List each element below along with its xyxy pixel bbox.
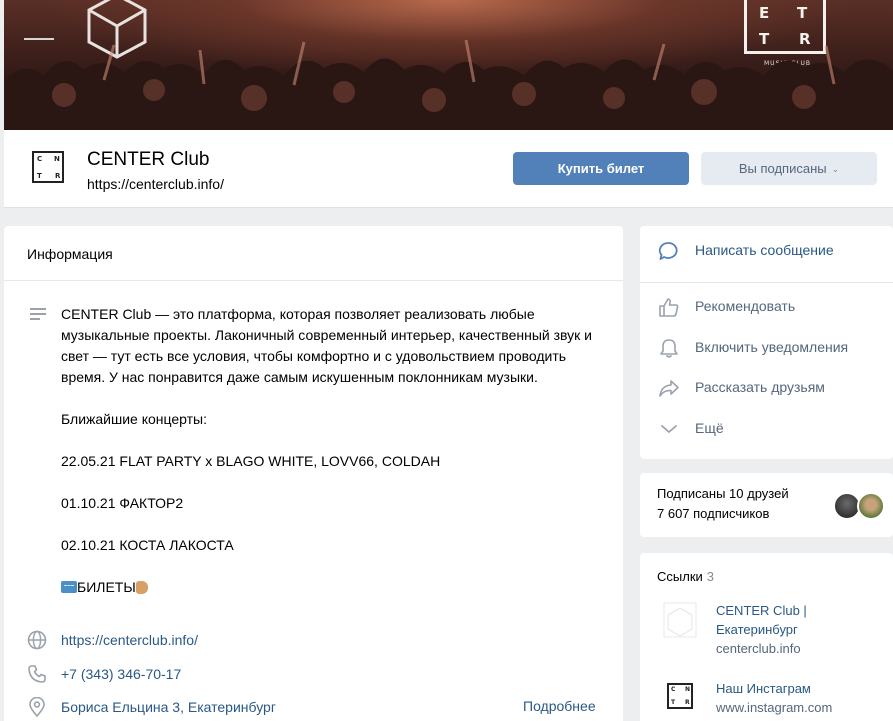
logo-letter: T [37,172,42,180]
description-icon [30,308,46,320]
action-label: Рассказать друзьям [695,379,825,395]
info-title: Информация [27,246,113,262]
group-url[interactable]: https://centerclub.info/ [87,176,224,192]
logo-letter: N [685,686,691,693]
buy-ticket-button[interactable]: Купить билет [513,152,689,185]
concerts-heading: Ближайшие концерты: [61,411,208,427]
subscribed-button[interactable]: Вы подписаны ⌄ [701,152,877,185]
description: CENTER Club — это платформа, которая поз… [61,304,606,619]
concert-item: 02.10.21 КОСТА ЛАКОСТА [61,537,234,553]
pointing-hand-icon [135,581,148,594]
actions-card: Написать сообщение Рекомендовать Включит… [640,226,893,459]
group-avatar[interactable]: C N T R [28,149,68,189]
links-card: Ссылки 3 CENTER Club | Екатеринбург cente… [640,553,893,721]
logo-letter: C [37,155,43,163]
link-domain: www.instagram.com [716,700,833,715]
logo-letter: E [759,4,770,22]
link-title: CENTER Club | Екатеринбург [716,603,807,637]
message-icon [658,242,678,260]
crowd-silhouette [4,40,893,130]
tickets-label: БИЛЕТЫ [77,579,136,595]
avatar-logo: C N T R [32,151,64,183]
website-link[interactable]: https://centerclub.info/ [61,632,198,648]
friends-count: Подписаны 10 друзей [657,486,789,501]
phone-icon [28,665,46,683]
link-thumbnail [663,602,697,638]
divider [640,282,893,283]
concert-item: 22.05.21 FLAT PARTY x BLAGO WHITE, LOVV6… [61,453,441,469]
globe-icon [27,630,47,650]
logo-letter: T [671,699,676,706]
info-card: Информация CENTER Club — это платформа, … [4,226,623,721]
action-label: Рекомендовать [695,298,796,314]
logo-letter: N [54,155,60,163]
subscribers-count: 7 607 подписчиков [657,506,770,521]
phone-link[interactable]: +7 (343) 346-70-17 [61,666,181,682]
more-details-link[interactable]: Подробнее [523,698,596,714]
ticket-icon [61,581,77,593]
action-label: Включить уведомления [695,339,849,355]
thumbs-up-icon [659,298,679,317]
more-action[interactable]: Ещё [640,417,893,441]
divider [4,280,623,281]
links-count: 3 [706,569,715,584]
chevron-down-icon: ⌄ [831,164,840,174]
write-message-action[interactable]: Написать сообщение [640,239,893,263]
description-text: CENTER Club — это платформа, которая поз… [61,306,592,385]
bell-icon [660,339,678,358]
subscribers-card[interactable]: Подписаны 10 друзей 7 607 подписчиков [640,473,893,537]
group-header: C N T R CENTER Club https://centerclub.i… [4,130,893,208]
notifications-action[interactable]: Включить уведомления [640,336,893,360]
logo-letter: T [797,4,808,22]
links-title: Ссылки [657,569,703,584]
link-thumbnail: C N T R [660,679,700,719]
logo-box: C N T R [667,683,693,709]
link-domain: centerclub.info [716,641,801,656]
links-header[interactable]: Ссылки 3 [657,569,714,584]
logo-letter: C [671,686,676,693]
link-title: Наш Инстаграм [716,681,811,696]
group-name: CENTER Club [87,149,210,170]
share-action[interactable]: Рассказать друзьям [640,376,893,400]
location-pin-icon [29,697,45,717]
avatar[interactable] [857,492,885,520]
action-label: Ещё [695,420,724,436]
chevron-down-icon [661,425,677,434]
logo-letter: R [55,172,61,180]
action-label: Написать сообщение [695,242,834,258]
recommend-action[interactable]: Рекомендовать [640,295,893,319]
subscribed-label: Вы подписаны [738,161,827,176]
address-link[interactable]: Бориса Ельцина 3, Екатеринбург [61,699,276,715]
tickets-line: БИЛЕТЫ [61,577,606,598]
logo-letter: R [685,699,690,706]
share-icon [659,380,679,397]
cover-image: E T T R MUSIC CLUB [4,0,893,130]
concert-item: 01.10.21 ФАКТОР2 [61,495,184,511]
